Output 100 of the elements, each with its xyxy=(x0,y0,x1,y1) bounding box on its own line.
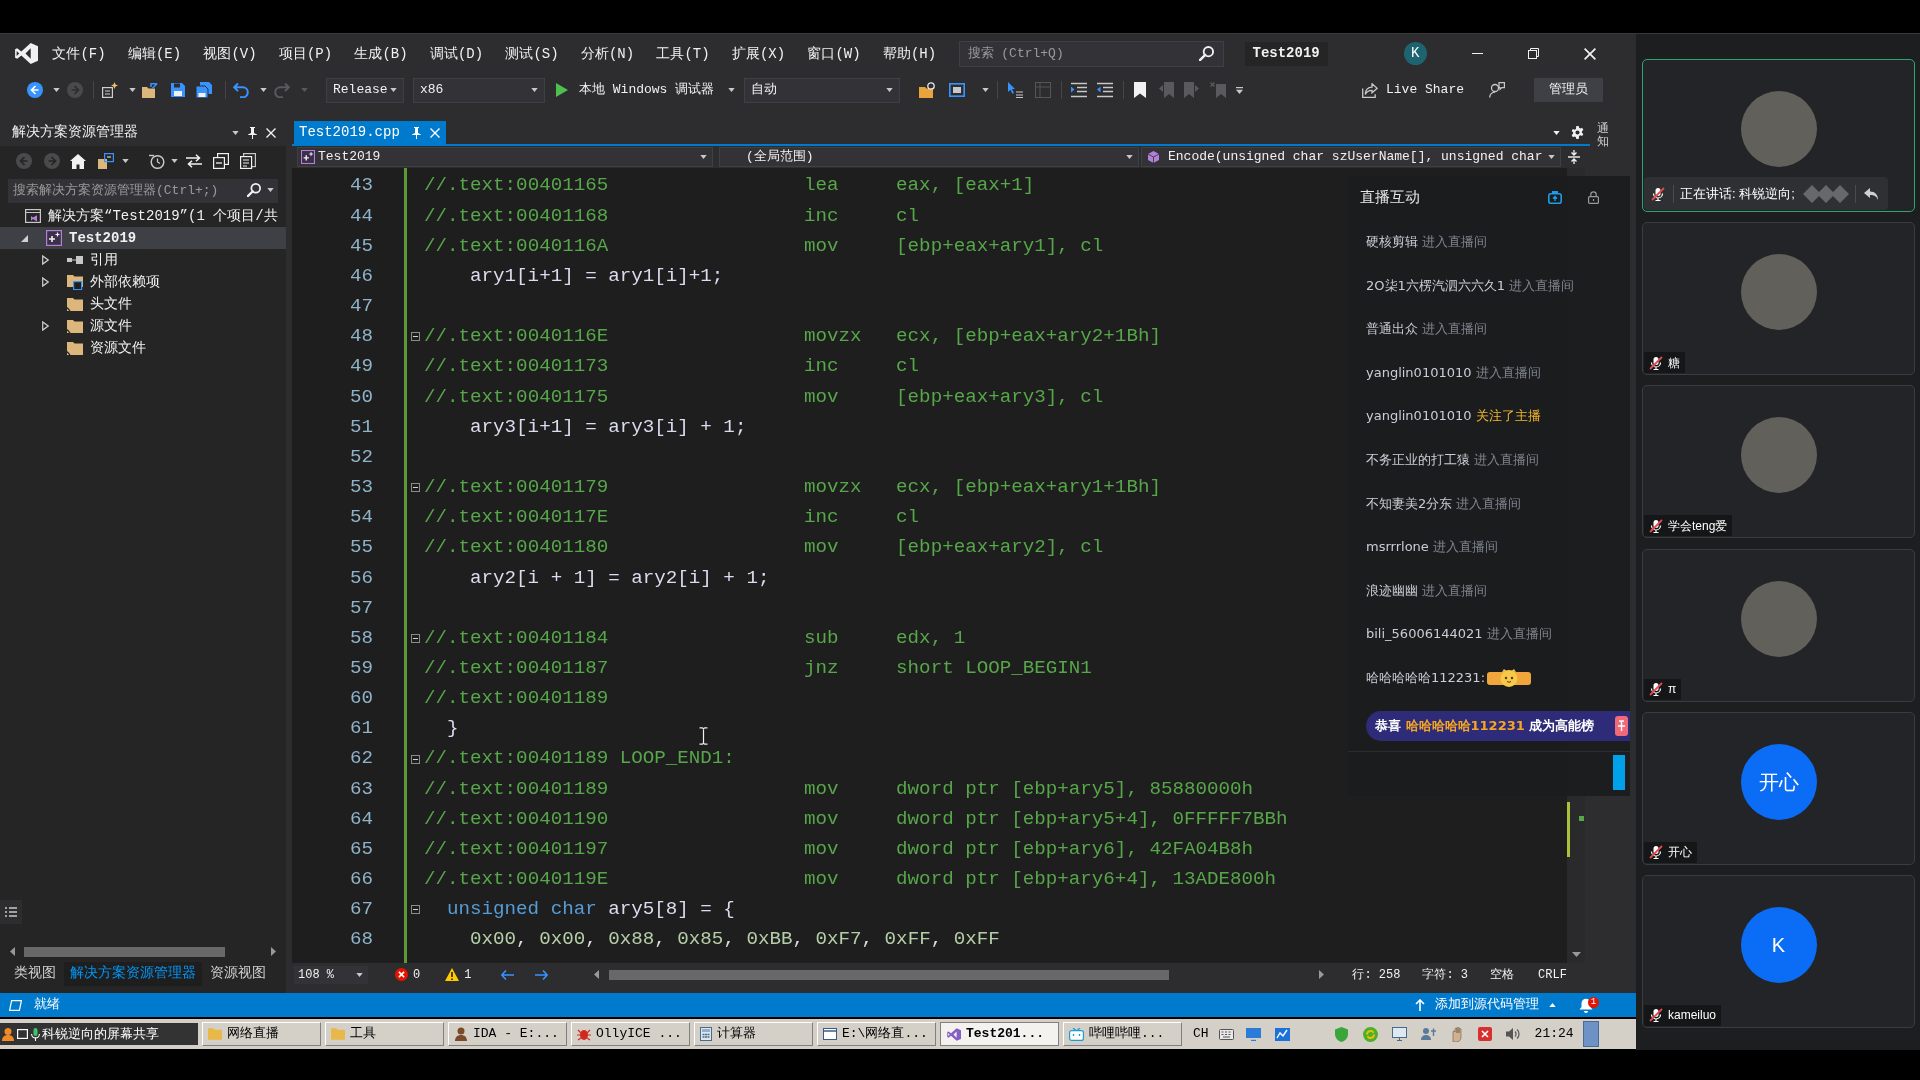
settings-icon[interactable] xyxy=(1571,126,1584,139)
lock-icon[interactable] xyxy=(1588,190,1599,204)
panel-tab[interactable]: 解决方案资源管理器 xyxy=(64,961,202,986)
tree-item[interactable]: 资源文件 xyxy=(0,337,286,359)
list-icon[interactable] xyxy=(0,900,22,924)
search-icon[interactable] xyxy=(1198,46,1214,61)
monitor-icon[interactable] xyxy=(1391,1027,1407,1041)
taskbar-button[interactable]: E:\网络直... xyxy=(817,1022,936,1046)
configuration-dropdown[interactable]: Release xyxy=(326,77,404,103)
caret-icon[interactable] xyxy=(121,159,129,163)
close-icon[interactable] xyxy=(266,127,276,138)
caret-icon[interactable] xyxy=(171,159,178,163)
mic-off-icon[interactable] xyxy=(1649,355,1663,370)
caret-icon[interactable] xyxy=(1553,131,1560,135)
caret-icon[interactable] xyxy=(267,188,274,192)
tree-item[interactable]: 解决方案“Test2019”(1 个项目/共 xyxy=(0,205,286,227)
search-icon[interactable] xyxy=(247,183,261,197)
fold-icon[interactable] xyxy=(411,332,420,342)
restore-icon[interactable] xyxy=(1527,48,1539,59)
menu-item[interactable]: 视图(V) xyxy=(199,43,261,64)
feedback-icon[interactable] xyxy=(1489,82,1505,98)
fold-icon[interactable] xyxy=(411,754,420,764)
fold-icon[interactable] xyxy=(411,905,420,915)
scroll-down-icon[interactable] xyxy=(1571,952,1581,957)
scroll-right-icon[interactable] xyxy=(1319,970,1325,979)
show-all-files-icon[interactable] xyxy=(239,153,256,169)
tree-item[interactable]: Test2019 xyxy=(0,227,286,249)
taskbar-button[interactable]: 工具 xyxy=(325,1022,444,1046)
mic-off-icon[interactable] xyxy=(1649,682,1663,697)
switch-arrows-icon[interactable] xyxy=(185,154,202,168)
notifications-tab[interactable]: 通知 xyxy=(1597,122,1609,149)
menu-item[interactable]: 文件(F) xyxy=(48,43,110,64)
tree-item[interactable]: 头文件 xyxy=(0,293,286,315)
add-person-icon[interactable] xyxy=(1420,1026,1436,1042)
back-arrow-icon[interactable] xyxy=(501,969,515,980)
panel-tab[interactable]: 资源视图 xyxy=(204,961,272,986)
line-ending-indicator[interactable]: CRLF xyxy=(1538,965,1567,984)
search-field[interactable]: 搜索解决方案资源管理器(Ctrl+;) xyxy=(8,178,278,203)
taskbar-button[interactable]: 网络直播 xyxy=(202,1022,321,1046)
caret-icon[interactable] xyxy=(52,88,60,92)
menu-item[interactable]: 帮助(H) xyxy=(878,43,941,64)
undo-icon[interactable] xyxy=(233,82,249,98)
taskbar-button[interactable]: IDA - E:... xyxy=(448,1022,567,1046)
taskbar-button[interactable]: OllyICE ... xyxy=(571,1022,690,1046)
caret-icon[interactable] xyxy=(259,88,267,92)
project-dropdown[interactable]: Test2019 xyxy=(297,147,713,167)
warning-count-button[interactable]: 1 xyxy=(445,965,472,984)
close-square-icon[interactable] xyxy=(1477,1027,1492,1041)
debugger-button[interactable]: 本地 Windows 调试器 xyxy=(576,77,738,103)
source-control-button[interactable]: 添加到源代码管理 xyxy=(1415,995,1556,1015)
mic-off-icon[interactable] xyxy=(1649,845,1663,860)
menu-item[interactable]: 测试(S) xyxy=(501,43,563,64)
scroll-left-icon[interactable] xyxy=(594,970,600,979)
documents-icon[interactable] xyxy=(98,153,114,169)
caret-icon[interactable] xyxy=(128,88,136,92)
scroll-thumb[interactable] xyxy=(609,969,1170,980)
save-all-icon[interactable] xyxy=(196,82,212,98)
indentation-indicator[interactable]: 空格 xyxy=(1490,965,1515,984)
menu-item[interactable]: 生成(B) xyxy=(350,43,412,64)
menu-item[interactable]: 项目(P) xyxy=(274,43,337,64)
collapse-all-icon[interactable] xyxy=(212,153,229,169)
show-desktop-button[interactable] xyxy=(1582,1021,1599,1047)
new-project-icon[interactable] xyxy=(102,82,118,98)
panel-tab[interactable]: 类视图 xyxy=(8,961,62,986)
account-avatar[interactable]: K xyxy=(1403,42,1427,65)
pin-icon[interactable] xyxy=(248,126,257,139)
menu-item[interactable]: 调试(D) xyxy=(425,43,488,64)
mic-off-icon[interactable] xyxy=(1649,1008,1663,1023)
forward-arrow-icon[interactable] xyxy=(535,969,549,980)
mic-off-icon[interactable] xyxy=(1651,186,1665,201)
bookmark-icon[interactable] xyxy=(1133,82,1146,98)
home-icon[interactable] xyxy=(70,153,86,169)
menu-item[interactable]: 窗口(W) xyxy=(803,43,865,64)
play-icon[interactable] xyxy=(556,83,568,97)
scroll-left-icon[interactable] xyxy=(10,947,15,956)
scope-dropdown[interactable]: (全局范围) xyxy=(719,147,1139,167)
taskbar-button[interactable]: 哔哩哔哩... xyxy=(1063,1022,1182,1046)
menu-item[interactable]: 扩展(X) xyxy=(727,43,790,64)
tree-item[interactable]: 源文件 xyxy=(0,315,286,337)
tree-item[interactable]: 引用 xyxy=(0,249,286,271)
member-dropdown[interactable]: Encode(unsigned char szUserName[], unsigned char xyxy=(1141,147,1561,167)
expanded-arrow-icon[interactable] xyxy=(20,234,28,242)
mic-off-icon[interactable] xyxy=(1649,518,1663,533)
speaker-icon[interactable] xyxy=(1505,1027,1520,1041)
chart-icon[interactable] xyxy=(1274,1027,1290,1041)
target-dropdown[interactable]: 自动 xyxy=(744,77,900,103)
scroll-thumb[interactable] xyxy=(24,946,225,957)
menu-item[interactable]: 分析(N) xyxy=(576,43,639,64)
minimize-icon[interactable] xyxy=(1471,53,1483,54)
chat-scroll-thumb[interactable] xyxy=(1613,754,1625,790)
search-field[interactable]: 搜索 (Ctrl+Q) xyxy=(958,40,1224,67)
taskbar-button[interactable]: 计算器 xyxy=(694,1022,813,1046)
back-icon[interactable] xyxy=(27,82,43,98)
tree-item[interactable]: 外部依赖项 xyxy=(0,271,286,293)
collapsed-arrow-icon[interactable] xyxy=(41,321,49,331)
reply-icon[interactable] xyxy=(1864,187,1878,200)
fold-icon[interactable] xyxy=(411,633,420,643)
menu-item[interactable]: 工具(T) xyxy=(652,43,714,64)
menu-item[interactable]: 编辑(E) xyxy=(123,43,186,64)
error-count-button[interactable]: 0 xyxy=(395,965,421,984)
